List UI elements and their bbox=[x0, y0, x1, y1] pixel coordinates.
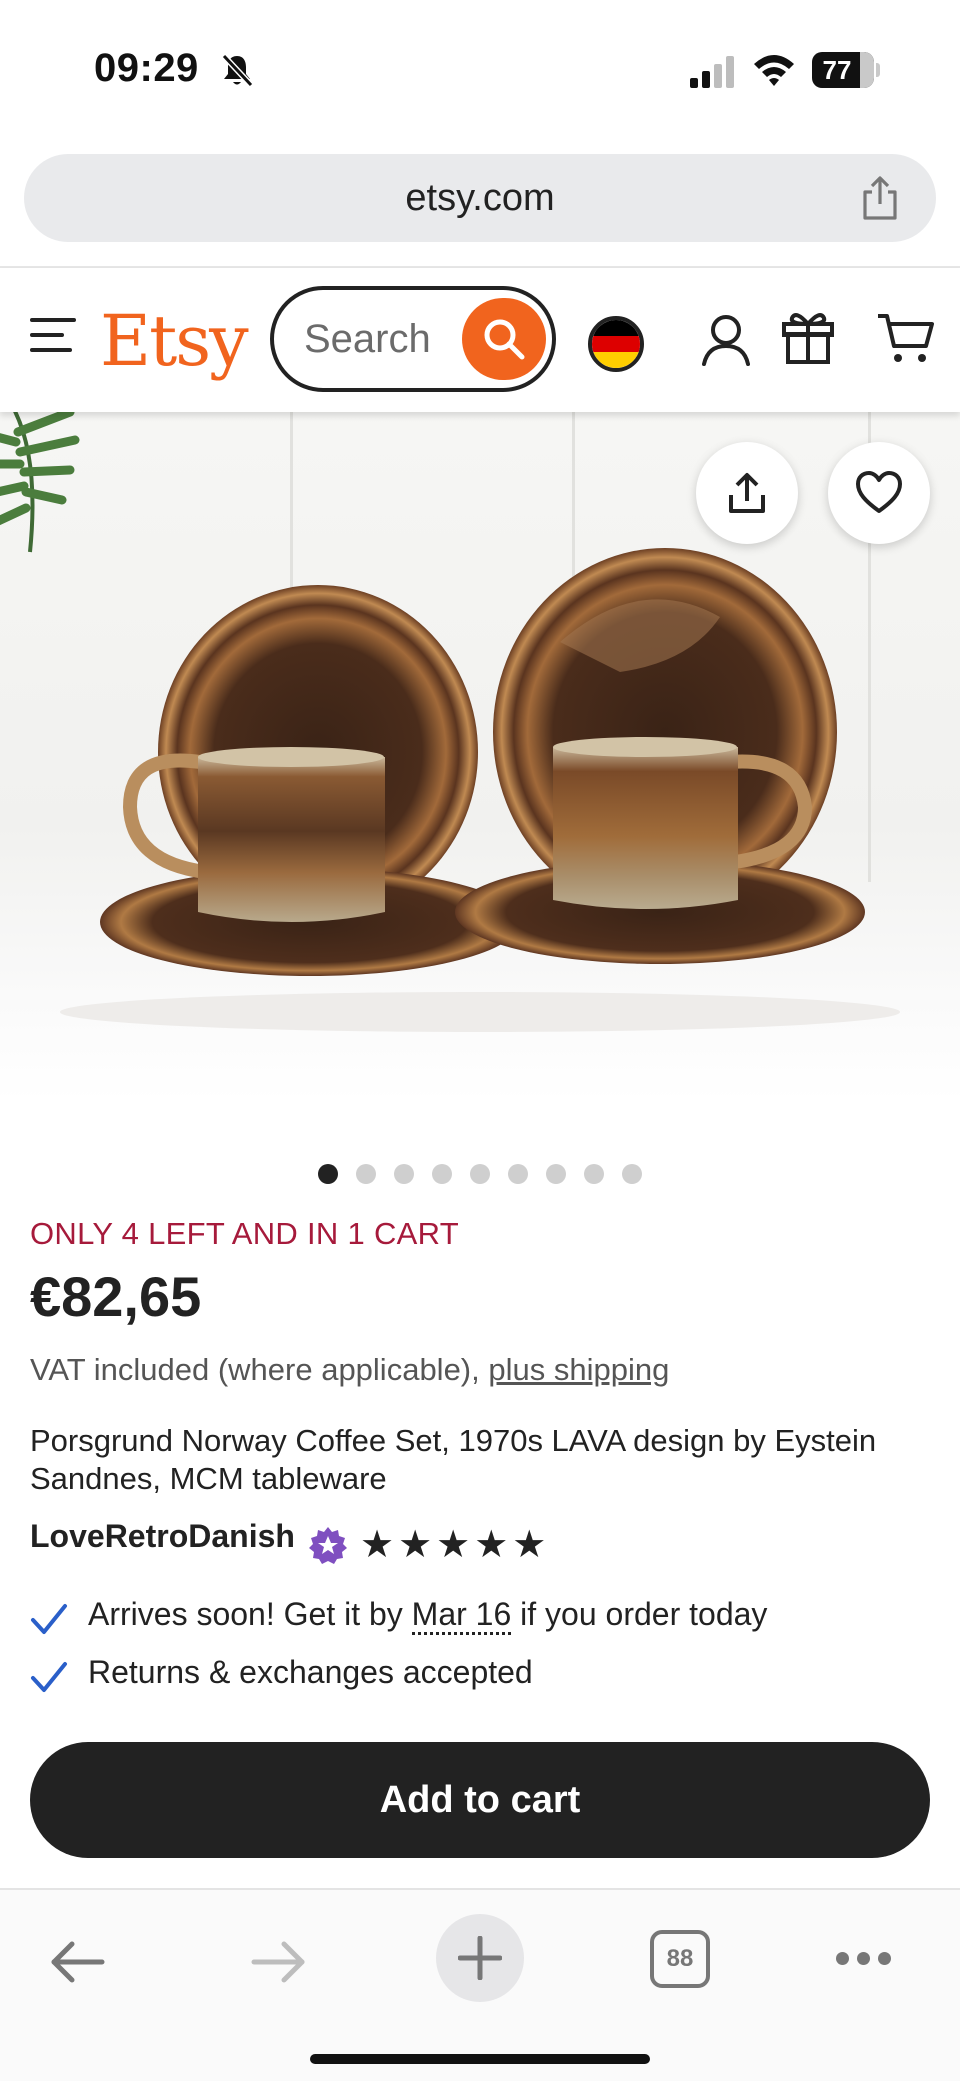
cart-icon[interactable] bbox=[876, 312, 936, 366]
carousel-dot[interactable] bbox=[394, 1164, 414, 1184]
search-placeholder: Search bbox=[304, 317, 431, 361]
site-header: Etsy Search bbox=[0, 268, 960, 412]
price: €82,65 bbox=[30, 1265, 202, 1328]
heart-icon bbox=[856, 471, 902, 513]
more-options-icon[interactable] bbox=[836, 1952, 899, 1965]
browser-toolbar: 88 bbox=[0, 1888, 960, 2081]
tabs-count-button[interactable]: 88 bbox=[650, 1930, 710, 1988]
new-tab-button[interactable] bbox=[436, 1914, 524, 2002]
status-bar: 09:29 77 bbox=[0, 0, 960, 140]
returns-text: Returns & exchanges accepted bbox=[88, 1654, 533, 1690]
carousel-dot[interactable] bbox=[546, 1164, 566, 1184]
check-icon bbox=[31, 1604, 67, 1634]
carousel-dot[interactable] bbox=[318, 1164, 338, 1184]
battery-icon: 77 bbox=[812, 52, 880, 88]
share-icon bbox=[729, 473, 765, 513]
wifi-icon bbox=[754, 55, 794, 86]
carousel-dot[interactable] bbox=[356, 1164, 376, 1184]
forward-arrow-icon[interactable] bbox=[250, 1940, 306, 1984]
status-time: 09:29 bbox=[94, 46, 199, 90]
menu-icon[interactable] bbox=[30, 318, 76, 356]
shipping-link[interactable]: plus shipping bbox=[488, 1352, 669, 1387]
carousel-dot[interactable] bbox=[622, 1164, 642, 1184]
delivery-suffix: if you order today bbox=[511, 1596, 768, 1632]
search-icon bbox=[484, 319, 525, 360]
carousel-dot[interactable] bbox=[432, 1164, 452, 1184]
battery-level: 77 bbox=[822, 55, 852, 85]
delivery-text: Arrives soon! Get it by Mar 16 if you or… bbox=[88, 1596, 768, 1635]
product-image[interactable] bbox=[0, 412, 960, 1102]
germany-flag-icon[interactable] bbox=[588, 316, 644, 372]
home-indicator bbox=[310, 2054, 650, 2064]
vat-text: VAT included (where applicable), bbox=[30, 1352, 489, 1387]
shop-name-link[interactable]: LoveRetroDanish bbox=[30, 1518, 295, 1555]
delivery-date[interactable]: Mar 16 bbox=[411, 1596, 512, 1635]
favorite-button[interactable] bbox=[828, 442, 930, 544]
plus-icon bbox=[458, 1936, 502, 1980]
search-button[interactable] bbox=[462, 298, 546, 380]
vat-note: VAT included (where applicable), plus sh… bbox=[30, 1352, 669, 1388]
back-arrow-icon[interactable] bbox=[50, 1940, 106, 1984]
delivery-prefix: Arrives soon! Get it by bbox=[88, 1596, 412, 1632]
share-icon[interactable] bbox=[856, 174, 904, 222]
coffee-set-illustration bbox=[60, 548, 900, 1032]
image-carousel-dots[interactable] bbox=[0, 1164, 960, 1186]
rating-stars[interactable]: ★★★★★ bbox=[360, 1522, 550, 1567]
search-input[interactable]: Search bbox=[270, 286, 556, 392]
check-icon bbox=[31, 1662, 67, 1692]
share-listing-button[interactable] bbox=[696, 442, 798, 544]
gift-icon[interactable] bbox=[782, 308, 834, 366]
carousel-dot[interactable] bbox=[470, 1164, 490, 1184]
url-text[interactable]: etsy.com bbox=[24, 154, 936, 242]
add-to-cart-button[interactable]: Add to cart bbox=[30, 1742, 930, 1858]
user-icon[interactable] bbox=[700, 312, 752, 368]
cellular-signal-icon bbox=[690, 56, 734, 88]
etsy-logo[interactable]: Etsy bbox=[100, 300, 249, 382]
star-seller-badge-icon bbox=[309, 1527, 347, 1564]
stock-note: ONLY 4 LEFT AND IN 1 CART bbox=[30, 1216, 460, 1251]
address-bar[interactable]: etsy.com bbox=[24, 154, 936, 242]
carousel-dot[interactable] bbox=[508, 1164, 528, 1184]
bell-muted-icon bbox=[221, 53, 254, 88]
product-title: Porsgrund Norway Coffee Set, 1970s LAVA … bbox=[30, 1423, 877, 1496]
carousel-dot[interactable] bbox=[584, 1164, 604, 1184]
